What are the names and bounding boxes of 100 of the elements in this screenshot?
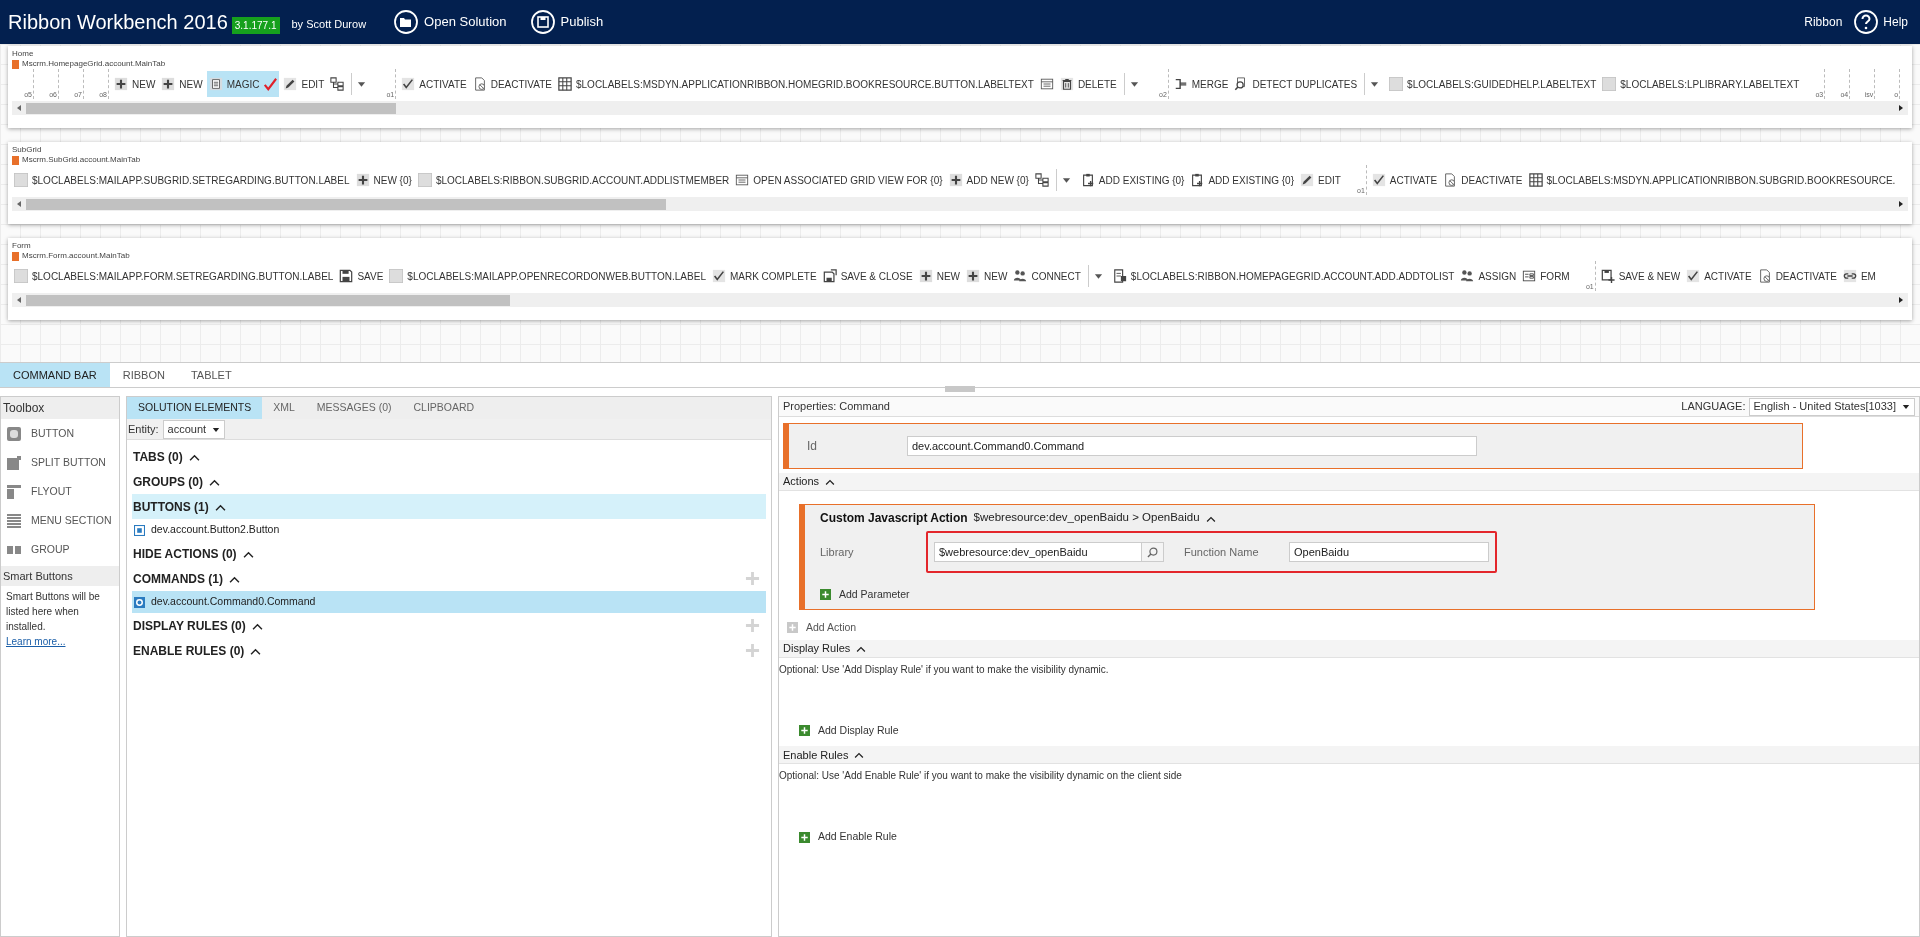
scrollbar[interactable]: [12, 197, 1908, 211]
ribbon-button[interactable]: $LOCLABELS:MSDYN.APPLICATIONRIBBON.SUBGRID.BOOKRESOURCE.: [1526, 167, 1898, 193]
ribbon-button[interactable]: $LOCLABELS:MAILAPP.OPENRECORDONWEB.BUTTON.LABEL: [387, 263, 708, 289]
left-arrow-icon: [15, 296, 23, 304]
section-title[interactable]: TABS (0): [133, 447, 183, 466]
ribbon-button[interactable]: $LOCLABELS:LPLIBRARY.LABELTEXT: [1600, 71, 1802, 97]
ribbon-button[interactable]: DEACTIVATE: [1441, 167, 1525, 193]
ribbon-button[interactable]: NEW: [112, 71, 158, 97]
field-value: $webresource:dev_openBaidu: [938, 544, 1089, 560]
search-button[interactable]: [1141, 543, 1163, 561]
section-title[interactable]: COMMANDS (1): [133, 569, 223, 588]
tree-item[interactable]: dev.account.Button2.Button: [132, 519, 766, 541]
section-title[interactable]: DISPLAY RULES (0): [133, 616, 246, 635]
ribbon-button[interactable]: $LOCLABELS:MAILAPP.FORM.SETREGARDING.BUTTON.LABEL: [12, 263, 336, 289]
ribbon-button[interactable]: CONNECT: [1011, 263, 1083, 289]
ribbon-button[interactable]: ADD EXISTING {0}: [1188, 167, 1297, 193]
ribbon-button[interactable]: SAVE: [337, 263, 386, 289]
library-field[interactable]: $webresource:dev_openBaidu: [934, 542, 1164, 562]
ribbon-button[interactable]: NEW {0}: [353, 167, 414, 193]
ribbon-button[interactable]: ASSIGN: [1458, 263, 1519, 289]
section-title[interactable]: GROUPS (0): [133, 472, 203, 491]
function-name-field[interactable]: OpenBaidu: [1289, 542, 1489, 562]
ribbon-button[interactable]: $LOCLABELS:MAILAPP.SUBGRID.SETREGARDING.BUTTON.LABEL: [12, 167, 352, 193]
section-header[interactable]: DISPLAY RULES (0): [132, 613, 766, 638]
scrollbar-thumb[interactable]: [26, 294, 510, 306]
section-header[interactable]: GROUPS (0): [132, 469, 766, 494]
scrollbar[interactable]: [12, 101, 1908, 115]
ribbon-button[interactable]: OPEN ASSOCIATED GRID VIEW FOR {0}: [733, 167, 945, 193]
panel-tab[interactable]: CLIPBOARD: [402, 397, 486, 419]
ribbon-button[interactable]: DEACTIVATE: [1755, 263, 1839, 289]
add-button[interactable]: Add Display Rule: [799, 722, 899, 739]
ribbon-button[interactable]: NEW: [964, 263, 1010, 289]
section-header[interactable]: ENABLE RULES (0): [132, 638, 766, 663]
ribbon-button[interactable]: MAGIC: [206, 71, 280, 97]
ribbon-button[interactable]: FORM: [1520, 263, 1572, 289]
section-header[interactable]: BUTTONS (1): [132, 494, 766, 519]
view-tab[interactable]: COMMAND BAR: [0, 363, 110, 387]
ribbon-button[interactable]: $LOCLABELS:RIBBON.SUBGRID.ACCOUNT.ADDLISTMEMBER: [415, 167, 732, 193]
flyout-icon: [6, 483, 22, 500]
splitter-handle[interactable]: [945, 386, 975, 392]
toolbox-item[interactable]: BUTTON: [1, 419, 119, 448]
ribbon-button[interactable]: NEW: [916, 263, 963, 289]
ribbon-button[interactable]: MERGE: [1171, 71, 1231, 97]
ribbon-button[interactable]: MARK COMPLETE: [709, 263, 819, 289]
section-header[interactable]: HIDE ACTIONS (0): [132, 541, 766, 566]
tab-marker: [12, 155, 19, 165]
ribbon-button[interactable]: ACTIVATE: [399, 71, 469, 97]
ribbon-button[interactable]: $LOCLABELS:MSDYN.APPLICATIONRIBBON.HOMEGRID.BOOKRESOURCE.BUTTON.LABELTEXT: [556, 71, 1036, 97]
section-title[interactable]: ENABLE RULES (0): [133, 641, 245, 660]
scrollbar-thumb[interactable]: [26, 102, 396, 114]
tree-item[interactable]: dev.account.Command0.Command: [132, 591, 766, 613]
left-arrow-icon: [15, 200, 23, 208]
ribbon-button[interactable]: $LOCLABELS:RIBBON.HOMEPAGEGRID.ACCOUNT.ADD.ADDTOLIST: [1110, 263, 1457, 289]
panel-tab[interactable]: XML: [262, 397, 306, 419]
view-tab[interactable]: RIBBON: [109, 363, 178, 387]
scrollbar[interactable]: [12, 293, 1908, 307]
panel-tab[interactable]: SOLUTION ELEMENTS: [127, 397, 263, 419]
help-button[interactable]: Help: [1854, 10, 1908, 34]
ribbon-button[interactable]: EM: [1840, 263, 1878, 289]
section-header[interactable]: COMMANDS (1): [132, 566, 766, 591]
toolbox-item[interactable]: SPLIT BUTTON: [1, 448, 119, 477]
entity-select[interactable]: account: [162, 419, 226, 439]
plus-icon: [745, 643, 760, 658]
ribbon-link[interactable]: Ribbon: [1804, 13, 1843, 31]
toolbox-item[interactable]: FLYOUT: [1, 477, 119, 506]
ribbon-button[interactable]: ACTIVATE: [1369, 167, 1440, 193]
language-select[interactable]: English - United States[1033]: [1748, 397, 1915, 416]
toolbar-button[interactable]: Open Solution: [394, 10, 507, 34]
group-label: Home: [12, 49, 34, 59]
view-tab[interactable]: TABLET: [177, 363, 245, 387]
id-field[interactable]: dev.account.Command0.Command: [907, 436, 1477, 456]
section-header[interactable]: Display Rules: [779, 639, 1919, 658]
section-title[interactable]: HIDE ACTIONS (0): [133, 544, 237, 563]
toolbox-item[interactable]: GROUP: [1, 535, 119, 564]
add-button[interactable]: Add Parameter: [820, 587, 910, 603]
ribbon-button[interactable]: ACTIVATE: [1684, 263, 1754, 289]
ribbon-button[interactable]: DEACTIVATE: [470, 71, 554, 97]
section-header[interactable]: TABS (0): [132, 444, 766, 469]
scrollbar-thumb[interactable]: [26, 198, 666, 210]
ribbon-button[interactable]: EDIT: [281, 71, 327, 97]
learn-more-link[interactable]: Learn more...: [1, 634, 71, 649]
item-label: dev.account.Button2.Button: [151, 522, 280, 538]
ribbon-button[interactable]: ADD NEW {0}: [946, 167, 1031, 193]
ribbon-button[interactable]: SAVE & CLOSE: [820, 263, 915, 289]
ribbon-button[interactable]: EDIT: [1298, 167, 1343, 193]
ribbon-button[interactable]: SAVE & NEW: [1598, 263, 1683, 289]
panel-tab[interactable]: MESSAGES (0): [305, 397, 403, 419]
toolbar-button[interactable]: Publish: [530, 10, 604, 34]
toolbox-item[interactable]: MENU SECTION: [1, 506, 119, 535]
ribbon-button[interactable]: DETECT DUPLICATES: [1232, 71, 1360, 97]
ribbon-button[interactable]: DELETE: [1057, 71, 1119, 97]
section-title[interactable]: BUTTONS (1): [133, 497, 209, 516]
section-header[interactable]: Actions: [779, 473, 1919, 491]
section-header[interactable]: Enable Rules: [779, 746, 1919, 765]
ribbon-button[interactable]: ADD EXISTING {0}: [1078, 167, 1187, 193]
ribbon-button[interactable]: NEW: [159, 71, 205, 97]
caret-icon: [357, 80, 367, 88]
placeholder-icon: [1389, 77, 1404, 91]
ribbon-button[interactable]: $LOCLABELS:GUIDEDHELP.LABELTEXT: [1387, 71, 1599, 97]
add-button[interactable]: Add Enable Rule: [799, 829, 897, 845]
